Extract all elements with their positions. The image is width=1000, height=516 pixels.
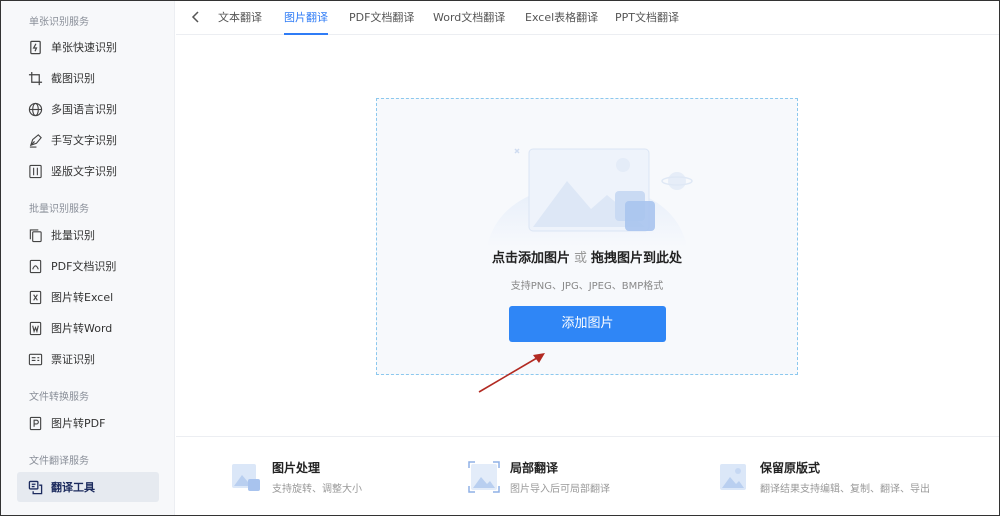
vertical-text-icon [27, 163, 43, 179]
image-crop-icon [468, 461, 500, 493]
sidebar-item-label: 批量识别 [51, 229, 95, 242]
sidebar-item-handwriting-ocr[interactable]: 手写文字识别 [17, 125, 159, 155]
sidebar-item-label: 单张快速识别 [51, 41, 117, 54]
tab-bar: 文本翻译 图片翻译 PDF文档翻译 Word文档翻译 Excel表格翻译 PPT… [176, 1, 999, 35]
tab-excel-translate[interactable]: Excel表格翻译 [525, 1, 598, 35]
crop-icon [27, 70, 43, 86]
supported-formats-text: 支持PNG、JPG、JPEG、BMP格式 [510, 281, 664, 292]
sidebar-item-label: 图片转Excel [51, 291, 114, 304]
sidebar-item-label: 翻译工具 [51, 481, 95, 494]
sidebar-item-single-quick-ocr[interactable]: 单张快速识别 [17, 32, 159, 62]
feature-desc: 翻译结果支持编辑、复制、翻译、导出 [760, 484, 930, 495]
ticket-icon [27, 351, 43, 367]
pdf-icon [27, 258, 43, 274]
sidebar-item-translate-tool[interactable]: 翻译工具 [17, 472, 159, 502]
sidebar-item-label: PDF文档识别 [51, 260, 117, 273]
sidebar-item-label: 截图识别 [51, 72, 95, 85]
tab-image-translate[interactable]: 图片翻译 [284, 1, 328, 35]
sidebar-section-title: 文件翻译服务 [29, 456, 89, 467]
feature-title: 图片处理 [272, 461, 321, 475]
sidebar-item-label: 图片转PDF [51, 417, 106, 430]
feature-desc: 支持旋转、调整大小 [272, 484, 362, 495]
feature-title: 局部翻译 [510, 461, 559, 475]
sidebar-item-multilang-ocr[interactable]: 多国语言识别 [17, 94, 159, 124]
tab-pdf-translate[interactable]: PDF文档翻译 [349, 1, 414, 35]
sidebar: 单张识别服务 单张快速识别 截图识别 多国语言识别 手写文字识别 竖版文字识别 … [1, 1, 175, 515]
feature-list: 图片处理 支持旋转、调整大小 局部翻译 图片导入后可局部翻译 保留原版式 翻译结… [176, 436, 999, 515]
click-to-add-text: 点击添加图片 [491, 251, 570, 266]
tab-word-translate[interactable]: Word文档翻译 [433, 1, 505, 35]
sidebar-item-screenshot-ocr[interactable]: 截图识别 [17, 63, 159, 93]
sidebar-item-label: 手写文字识别 [51, 134, 117, 147]
or-text: 或 [573, 251, 587, 266]
sidebar-section-title: 批量识别服务 [29, 204, 89, 215]
feature-title: 保留原版式 [760, 461, 821, 475]
sidebar-item-label: 多国语言识别 [51, 103, 117, 116]
globe-icon [27, 101, 43, 117]
sidebar-section-title: 单张识别服务 [29, 17, 89, 28]
translate-icon [27, 479, 43, 495]
stack-icon [27, 227, 43, 243]
annotation-arrow-icon [478, 353, 545, 393]
sidebar-item-pdf-ocr[interactable]: PDF文档识别 [17, 251, 159, 281]
lightning-doc-icon [27, 39, 43, 55]
sidebar-item-label: 竖版文字识别 [51, 165, 117, 178]
word-icon [27, 320, 43, 336]
drag-here-text: 拖拽图片到此处 [591, 251, 683, 266]
sidebar-item-vertical-ocr[interactable]: 竖版文字识别 [17, 156, 159, 186]
sidebar-item-image-to-word[interactable]: 图片转Word [17, 313, 159, 343]
sidebar-item-batch-ocr[interactable]: 批量识别 [17, 220, 159, 250]
sidebar-section-title: 文件转换服务 [29, 392, 89, 403]
back-chevron-icon[interactable] [188, 8, 204, 26]
p-doc-icon [27, 415, 43, 431]
dropzone-instructions: 点击添加图片或拖拽图片到此处 [377, 247, 797, 266]
pen-icon [27, 132, 43, 148]
image-layout-icon [720, 464, 746, 490]
upload-dropzone[interactable]: 点击添加图片或拖拽图片到此处 支持PNG、JPG、JPEG、BMP格式 添加图片 [376, 98, 798, 375]
image-upload-illustration-icon [487, 148, 693, 247]
sidebar-item-label: 图片转Word [51, 322, 113, 335]
tab-ppt-translate[interactable]: PPT文档翻译 [615, 1, 679, 35]
excel-icon [27, 289, 43, 305]
image-edit-icon [232, 464, 260, 491]
sidebar-item-label: 票证识别 [51, 353, 95, 366]
tab-text-translate[interactable]: 文本翻译 [218, 1, 262, 35]
sidebar-item-image-to-excel[interactable]: 图片转Excel [17, 282, 159, 312]
sidebar-item-image-to-pdf[interactable]: 图片转PDF [17, 408, 159, 438]
sidebar-item-ticket-ocr[interactable]: 票证识别 [17, 344, 159, 374]
add-image-button[interactable]: 添加图片 [509, 306, 666, 342]
feature-desc: 图片导入后可局部翻译 [510, 484, 610, 495]
